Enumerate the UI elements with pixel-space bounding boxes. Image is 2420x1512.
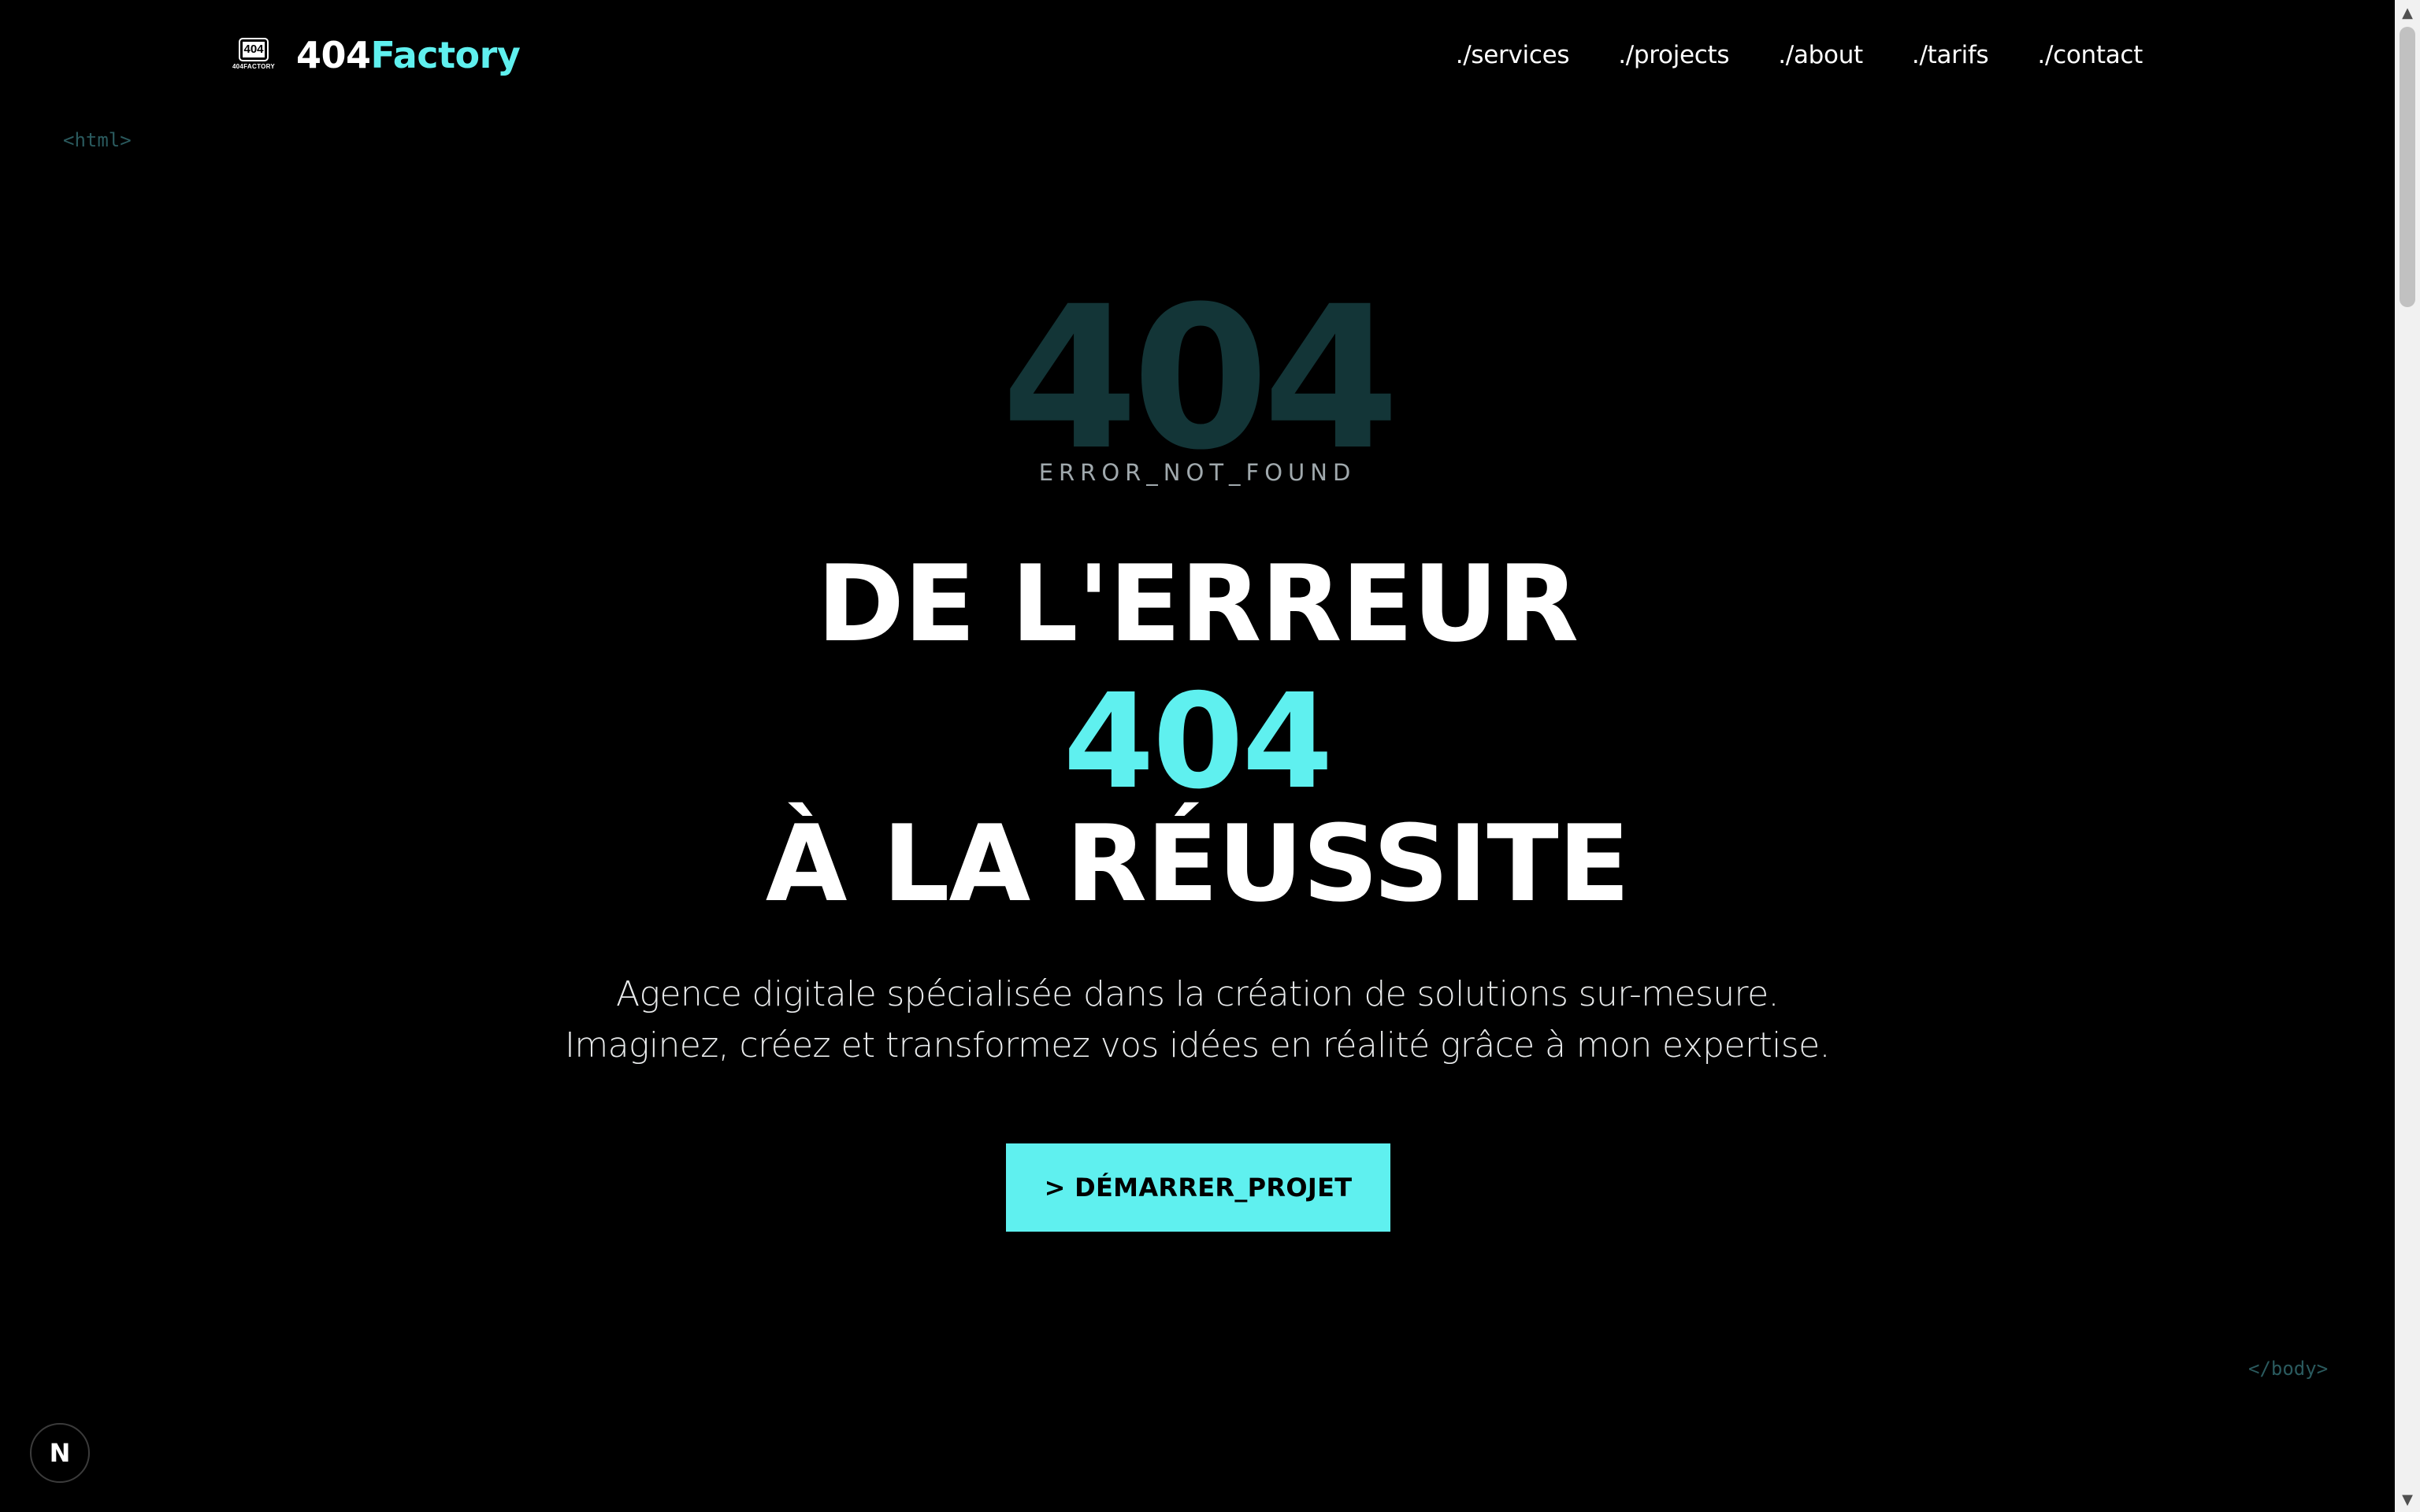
scroll-down-icon[interactable]: ▼ [2395, 1487, 2420, 1512]
scroll-up-icon[interactable]: ▲ [2395, 0, 2420, 25]
hero-description-line-2: Imaginez, créez et transformez vos idées… [565, 1025, 1830, 1065]
logo-badge: 404 [240, 39, 267, 60]
logo-icon[interactable]: 404 404FACTORY [232, 39, 276, 72]
brand-part-1: 404 [296, 34, 371, 76]
nav-about[interactable]: ./about [1778, 36, 1863, 74]
html-open-tag: <html> [63, 129, 132, 151]
start-project-button[interactable]: > DÉMARRER_PROJET [1006, 1143, 1390, 1232]
page: 404 404FACTORY 404Factory ./services ./p… [0, 0, 2420, 1512]
vertical-scrollbar[interactable]: ▲ ▼ [2395, 0, 2420, 1512]
site-header: 404 404FACTORY 404Factory ./services ./p… [0, 0, 2395, 110]
hero-title-line-3: À LA RÉUSSITE [765, 802, 1630, 925]
nav-projects[interactable]: ./projects [1618, 36, 1729, 74]
body-close-tag: </body> [2248, 1358, 2329, 1380]
hero-title-line-1: DE L'ERREUR [816, 543, 1579, 665]
hero-description-line-1: Agence digitale spécialisée dans la créa… [616, 974, 1780, 1014]
nav-services[interactable]: ./services [1456, 36, 1570, 74]
brand-name[interactable]: 404Factory [296, 32, 521, 79]
nav-tarifs[interactable]: ./tarifs [1912, 36, 1989, 74]
background-404-code: 404 [1001, 264, 1400, 493]
main-nav: ./services ./projects ./about ./tarifs .… [1456, 36, 2143, 74]
hero-title-line-2: 404 [1063, 666, 1334, 818]
nav-contact[interactable]: ./contact [2037, 36, 2143, 74]
brand-part-2: Factory [370, 34, 521, 76]
logo-small-text: 404FACTORY [232, 63, 276, 70]
scrollbar-thumb[interactable] [2400, 27, 2415, 307]
dev-tools-badge[interactable]: N [30, 1423, 90, 1483]
error-not-found-label: ERROR_NOT_FOUND [1038, 459, 1357, 486]
